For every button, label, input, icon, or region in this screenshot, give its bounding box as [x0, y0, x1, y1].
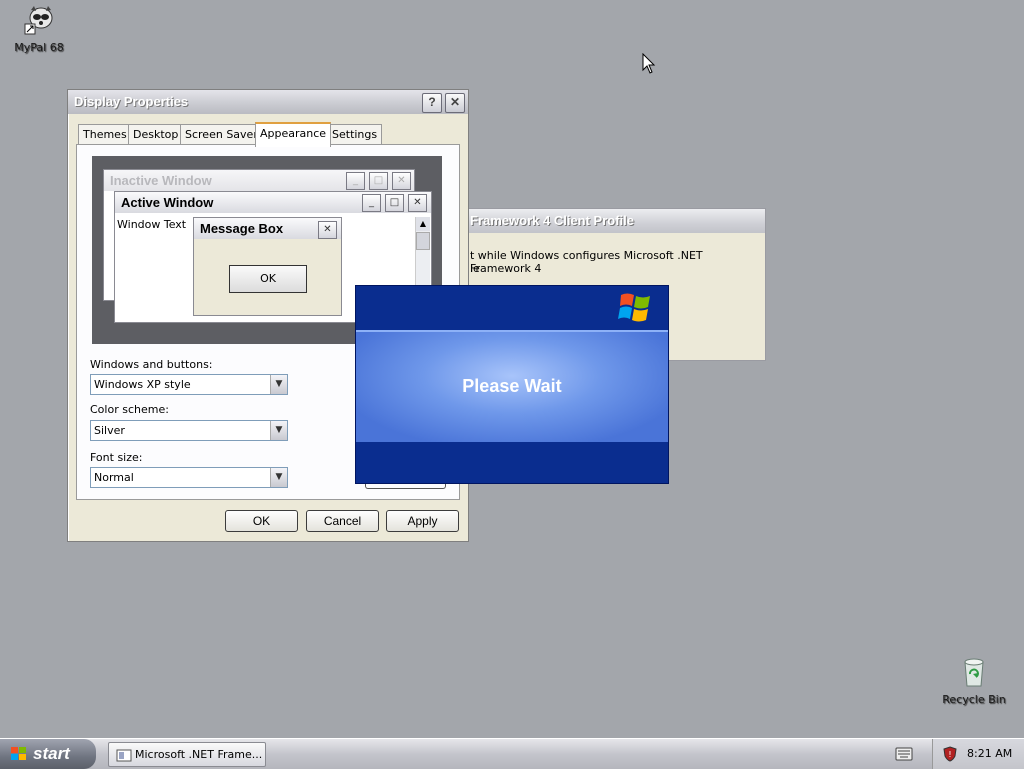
font-size-select[interactable]: Normal ▼	[90, 467, 288, 488]
windows-logo-icon	[618, 293, 650, 322]
recycle-bin-icon	[964, 658, 984, 687]
tab-label: Themes	[83, 128, 127, 141]
desktop-icon-mypal[interactable]: MyPal 68	[4, 4, 74, 54]
setup-icon	[116, 749, 132, 762]
desktop-icon-label: MyPal 68	[14, 41, 64, 54]
chevron-down-icon: ▼	[270, 375, 287, 394]
scroll-up-icon: ▲	[416, 217, 430, 231]
close-icon: ✕	[318, 221, 337, 239]
tab-label: Appearance	[260, 127, 327, 140]
taskbar-button-dotnet[interactable]: Microsoft .NET Frame...	[108, 742, 266, 767]
minimize-icon: _	[346, 172, 365, 190]
svg-text:!: !	[948, 750, 951, 759]
tab-label: Screen Saver	[185, 128, 258, 141]
please-wait-splash: Please Wait	[355, 285, 669, 484]
scroll-thumb	[416, 232, 430, 250]
dotnet-status-line2: le	[470, 262, 480, 275]
dotnet-window-title: Framework 4 Client Profile	[470, 213, 634, 228]
preview-inactive-title: Inactive Window	[104, 170, 414, 191]
preview-message-box: Message Box ✕ OK	[193, 217, 342, 316]
tab-appearance[interactable]: Appearance	[255, 122, 332, 147]
windows-flag-icon	[11, 747, 26, 760]
close-icon: ✕	[449, 95, 461, 109]
tab-label: Desktop	[133, 128, 179, 141]
window-title: Display Properties	[74, 94, 189, 109]
color-scheme-label: Color scheme:	[90, 403, 169, 416]
maximize-icon: □	[369, 172, 388, 190]
tab-label: Settings	[332, 128, 378, 141]
please-wait-message: Please Wait	[462, 376, 562, 396]
windows-buttons-label: Windows and buttons:	[90, 358, 213, 371]
close-icon: ✕	[392, 172, 411, 190]
font-size-value: Normal	[94, 471, 134, 484]
help-button[interactable]: ?	[422, 93, 442, 113]
question-icon: ?	[428, 95, 436, 109]
tab-settings[interactable]: Settings	[327, 124, 383, 145]
dotnet-status-line1: t while Windows configures Microsoft .NE…	[470, 249, 703, 275]
keyboard-icon[interactable]	[895, 747, 913, 761]
start-label: start	[33, 744, 70, 763]
windows-buttons-select[interactable]: Windows XP style ▼	[90, 374, 288, 395]
taskbar: start Microsoft .NET Frame... ! 8:21 AM	[0, 738, 1024, 769]
windows-buttons-value: Windows XP style	[94, 378, 191, 391]
dotnet-title-bar[interactable]: Framework 4 Client Profile	[441, 209, 765, 233]
close-button[interactable]: ✕	[445, 93, 465, 113]
color-scheme-value: Silver	[94, 424, 125, 437]
tab-desktop[interactable]: Desktop	[128, 124, 184, 145]
system-tray: ! 8:21 AM	[932, 739, 1024, 769]
minimize-icon: _	[362, 194, 381, 212]
preview-active-title: Active Window	[115, 192, 431, 213]
raccoon-icon	[24, 6, 53, 35]
ok-button[interactable]: OK	[225, 510, 298, 532]
tab-themes[interactable]: Themes	[78, 124, 132, 145]
clock[interactable]: 8:21 AM	[967, 747, 1012, 760]
maximize-icon: □	[385, 194, 404, 212]
display-properties-title-bar[interactable]: Display Properties ? ✕	[68, 90, 468, 114]
tab-screen-saver[interactable]: Screen Saver	[180, 124, 263, 145]
desktop-icon-recycle-bin[interactable]: Recycle Bin	[939, 656, 1009, 706]
splash-middle: Please Wait	[356, 330, 668, 442]
splash-bottom-band	[356, 442, 668, 483]
mouse-cursor-icon	[642, 53, 656, 74]
preview-window-text: Window Text	[117, 218, 187, 231]
desktop-icon-label: Recycle Bin	[942, 693, 1006, 706]
preview-ok-button: OK	[229, 265, 307, 293]
font-size-label: Font size:	[90, 451, 143, 464]
chevron-down-icon: ▼	[270, 468, 287, 487]
color-scheme-select[interactable]: Silver ▼	[90, 420, 288, 441]
chevron-down-icon: ▼	[270, 421, 287, 440]
security-shield-icon[interactable]: !	[943, 746, 957, 762]
close-icon: ✕	[408, 194, 427, 212]
start-button[interactable]: start	[0, 739, 96, 769]
taskbar-button-label: Microsoft .NET Frame...	[135, 748, 263, 761]
cancel-button[interactable]: Cancel	[306, 510, 379, 532]
apply-button[interactable]: Apply	[386, 510, 459, 532]
